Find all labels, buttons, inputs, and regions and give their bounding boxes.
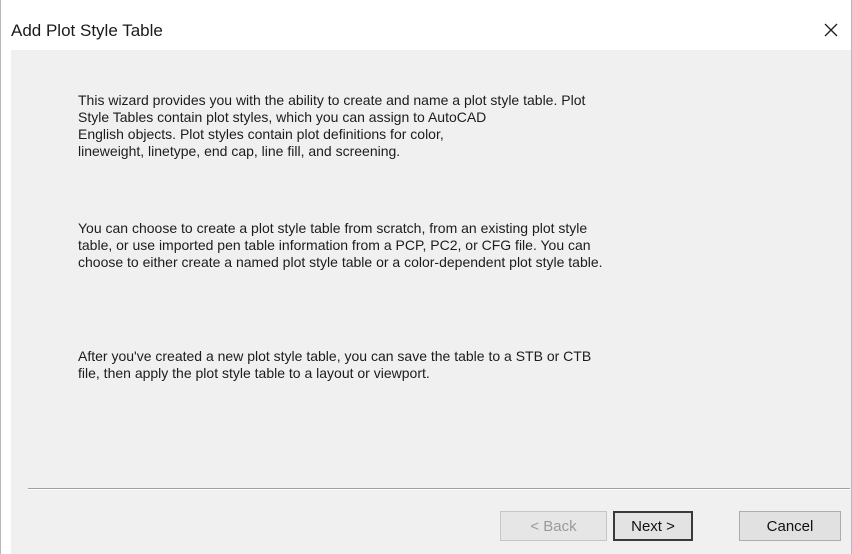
intro-line-4: lineweight, linetype, end cap, line fill… bbox=[78, 143, 401, 159]
options-line-2: table, or use imported pen table informa… bbox=[78, 237, 591, 253]
save-line-1: After you've created a new plot style ta… bbox=[78, 348, 592, 364]
button-separator bbox=[28, 488, 850, 490]
save-line-2: file, then apply the plot style table to… bbox=[78, 365, 430, 381]
intro-line-2: Style Tables contain plot styles, which … bbox=[78, 109, 487, 125]
intro-line-1: This wizard provides you with the abilit… bbox=[78, 92, 586, 108]
intro-paragraph: This wizard provides you with the abilit… bbox=[78, 92, 718, 160]
save-paragraph: After you've created a new plot style ta… bbox=[78, 348, 718, 382]
wizard-content-panel: This wizard provides you with the abilit… bbox=[11, 50, 851, 554]
intro-line-3: English objects. Plot styles contain plo… bbox=[78, 126, 444, 142]
options-line-1: You can choose to create a plot style ta… bbox=[78, 220, 588, 236]
add-plot-style-table-dialog: Add Plot Style Table This wizard provide… bbox=[0, 0, 852, 554]
options-paragraph: You can choose to create a plot style ta… bbox=[78, 220, 718, 271]
back-button[interactable]: < Back bbox=[500, 511, 607, 541]
cancel-button[interactable]: Cancel bbox=[739, 511, 841, 541]
title-bar: Add Plot Style Table bbox=[1, 0, 851, 50]
options-line-3: choose to either create a named plot sty… bbox=[78, 254, 603, 270]
close-icon bbox=[824, 23, 838, 37]
close-button[interactable] bbox=[811, 12, 851, 48]
next-button[interactable]: Next > bbox=[613, 511, 693, 541]
window-title: Add Plot Style Table bbox=[11, 21, 163, 40]
